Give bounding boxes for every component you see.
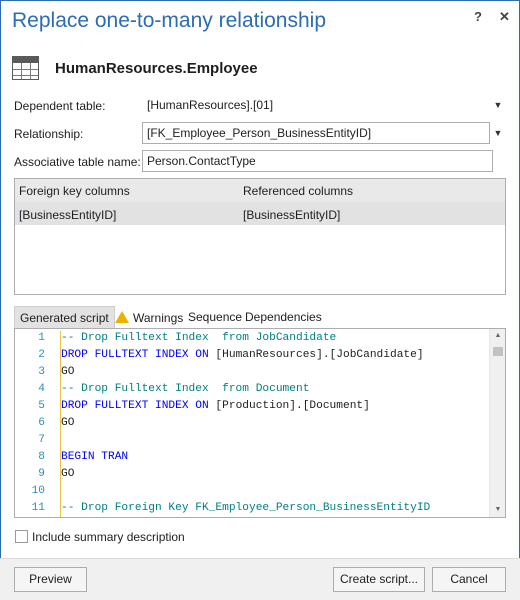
chevron-down-icon[interactable]: ▼	[491, 122, 505, 144]
code-line[interactable]: 6 GO	[15, 417, 493, 434]
create-script-button[interactable]: Create script...	[333, 567, 425, 592]
tab-sequence[interactable]: Sequence	[183, 306, 247, 328]
line-number: 8	[38, 451, 45, 463]
code-line[interactable]: 8 BEGIN TRAN	[15, 451, 493, 468]
code-text: DROP FULLTEXT INDEX ON [HumanResources].…	[61, 349, 424, 361]
help-button[interactable]: ?	[474, 9, 482, 24]
code-line[interactable]: 5 DROP FULLTEXT INDEX ON [Production].[Do…	[15, 400, 493, 417]
script-tabs: Generated script Warnings Sequence Depen…	[14, 306, 506, 328]
code-text: GO	[61, 366, 74, 378]
assoc-table-input[interactable]: Person.ContactType	[142, 150, 493, 172]
sql-keyword: BEGIN TRAN	[61, 451, 129, 463]
code-line[interactable]: 3 GO	[15, 366, 493, 383]
sql-identifier: [Production].[Document]	[215, 400, 370, 412]
sql-keyword: DROP FULLTEXT INDEX ON	[61, 349, 216, 361]
cancel-button[interactable]: Cancel	[432, 567, 506, 592]
assoc-table-label: Associative table name:	[14, 155, 141, 169]
tab-dependencies[interactable]: Dependencies	[240, 306, 327, 328]
preview-button[interactable]: Preview	[14, 567, 87, 592]
code-line[interactable]: 2 DROP FULLTEXT INDEX ON [HumanResources]…	[15, 349, 493, 366]
columns-grid: Foreign key columns Referenced columns […	[14, 178, 506, 295]
code-text: DROP FULLTEXT INDEX ON [Production].[Doc…	[61, 400, 370, 412]
sql-comment: -- Drop Fulltext Index from JobCandidate	[61, 332, 337, 344]
code-text: GO	[61, 417, 74, 429]
sql-identifier: GO	[61, 417, 75, 429]
line-number: 5	[38, 400, 45, 412]
table-row[interactable]: [BusinessEntityID] [BusinessEntityID]	[15, 203, 505, 225]
code-text: -- Drop Foreign Key FK_Employee_Person_B…	[61, 502, 430, 514]
sql-identifier: [HumanResources].[JobCandidate]	[215, 349, 424, 361]
code-line[interactable]: 7	[15, 434, 493, 451]
chevron-down-icon[interactable]: ▼	[491, 94, 505, 116]
line-number: 2	[38, 349, 45, 361]
line-number: 3	[38, 366, 45, 378]
header-referenced-columns[interactable]: Referenced columns	[243, 184, 353, 198]
grid-header: Foreign key columns Referenced columns	[15, 179, 505, 203]
scroll-up-icon[interactable]: ▲	[490, 329, 505, 343]
code-text: -- Drop Fulltext Index from Document	[61, 383, 309, 395]
summary-checkbox-label[interactable]: Include summary description	[32, 530, 185, 544]
close-button[interactable]: ✕	[499, 9, 510, 25]
scroll-down-icon[interactable]: ▼	[490, 503, 505, 517]
relationship-label: Relationship:	[14, 127, 84, 141]
line-number: 7	[38, 434, 45, 446]
line-number: 11	[31, 502, 45, 514]
dependent-table-select[interactable]: [HumanResources].[01]	[142, 94, 490, 116]
tab-warnings-label: Warnings	[133, 311, 184, 325]
code-line[interactable]: 10	[15, 485, 493, 502]
line-number: 1	[38, 332, 45, 344]
warning-icon	[115, 311, 129, 323]
vertical-scrollbar[interactable]: ▲ ▼	[489, 329, 505, 517]
referenced-column-cell[interactable]: [BusinessEntityID]	[243, 208, 340, 222]
foreign-key-cell[interactable]: [BusinessEntityID]	[19, 208, 116, 222]
scrollbar-thumb[interactable]	[493, 347, 503, 356]
code-text: BEGIN TRAN	[61, 451, 128, 463]
code-line[interactable]: 9 GO	[15, 468, 493, 485]
line-number: 10	[31, 485, 45, 497]
code-text: -- Drop Fulltext Index from JobCandidate	[61, 332, 336, 344]
code-text: GO	[61, 468, 74, 480]
entity-name: HumanResources.Employee	[55, 60, 258, 77]
sql-identifier: GO	[61, 366, 75, 378]
sql-identifier: GO	[61, 468, 75, 480]
relationship-select[interactable]: [FK_Employee_Person_BusinessEntityID]	[142, 122, 490, 144]
sql-comment: -- Drop Fulltext Index from Document	[61, 383, 310, 395]
code-line[interactable]: 1 -- Drop Fulltext Index from JobCandidat…	[15, 332, 493, 349]
code-line[interactable]: 11 -- Drop Foreign Key FK_Employee_Person…	[15, 502, 493, 517]
line-number: 4	[38, 383, 45, 395]
summary-checkbox[interactable]	[15, 530, 28, 543]
line-number: 6	[38, 417, 45, 429]
table-icon	[12, 56, 39, 80]
code-line[interactable]: 4 -- Drop Fulltext Index from Document	[15, 383, 493, 400]
sql-keyword: DROP FULLTEXT INDEX ON	[61, 400, 216, 412]
tab-generated-script[interactable]: Generated script	[14, 306, 115, 328]
dependent-table-label: Dependent table:	[14, 99, 106, 113]
dialog-title: Replace one-to-many relationship	[12, 9, 327, 32]
header-foreign-key-columns[interactable]: Foreign key columns	[19, 184, 130, 198]
script-editor[interactable]: 1 -- Drop Fulltext Index from JobCandidat…	[14, 328, 506, 518]
sql-comment: -- Drop Foreign Key FK_Employee_Person_B…	[61, 502, 431, 514]
line-number: 9	[38, 468, 45, 480]
tab-warnings[interactable]: Warnings	[110, 306, 188, 328]
